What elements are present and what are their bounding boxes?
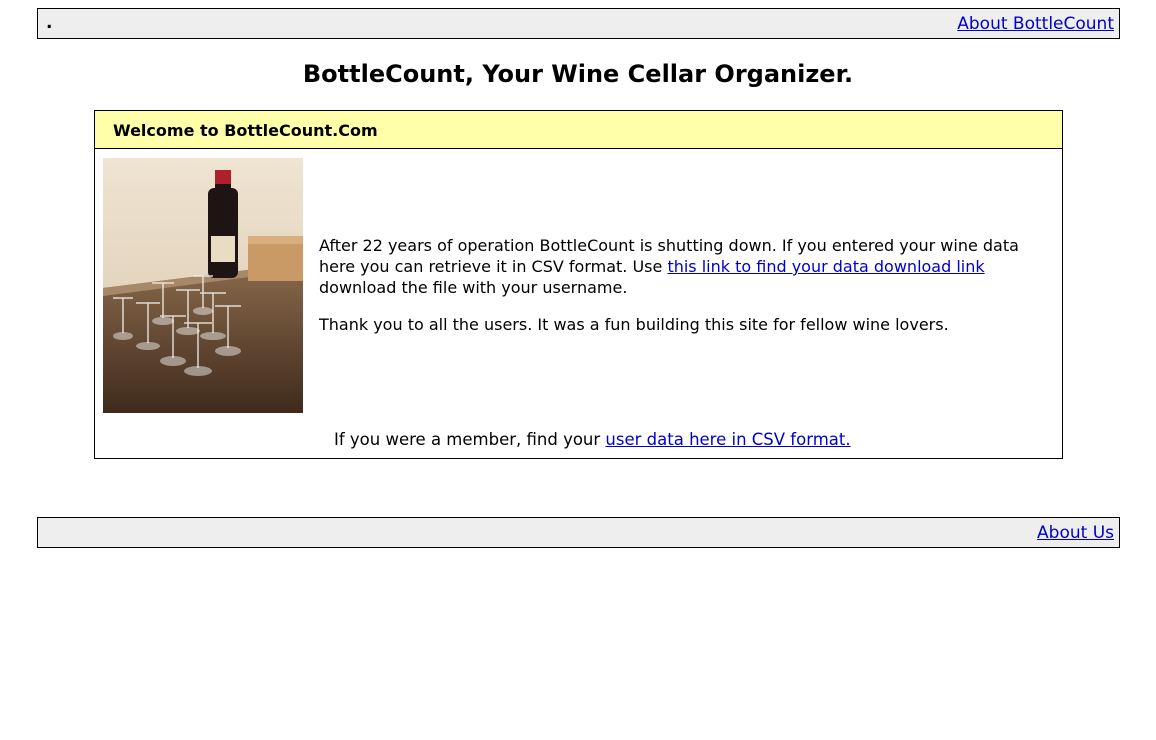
- footer-bar: About Us: [37, 517, 1120, 548]
- about-bottlecount-link[interactable]: About BottleCount: [957, 14, 1114, 34]
- welcome-panel: Welcome to BottleCount.Com After 22 year…: [94, 110, 1063, 459]
- page-title: BottleCount, Your Wine Cellar Organizer.: [302, 60, 854, 88]
- header-dot: .: [46, 13, 53, 33]
- member-text: If you were a member, find your: [334, 430, 606, 449]
- top-nav-bar: . About BottleCount: [37, 8, 1120, 39]
- wine-glasses-photo: [103, 158, 303, 413]
- csv-data-link[interactable]: user data here in CSV format.: [605, 430, 850, 449]
- panel-body-text: After 22 years of operation BottleCount …: [319, 235, 1039, 351]
- data-download-link[interactable]: this link to find your data download lin…: [667, 257, 984, 276]
- about-us-link[interactable]: About Us: [1037, 523, 1114, 543]
- shutdown-paragraph: After 22 years of operation BottleCount …: [319, 235, 1039, 298]
- shutdown-text-after: download the file with your username.: [319, 278, 628, 297]
- thank-you-paragraph: Thank you to all the users. It was a fun…: [319, 315, 949, 334]
- panel-heading: Welcome to BottleCount.Com: [95, 111, 1062, 149]
- member-line: If you were a member, find your user dat…: [334, 430, 851, 449]
